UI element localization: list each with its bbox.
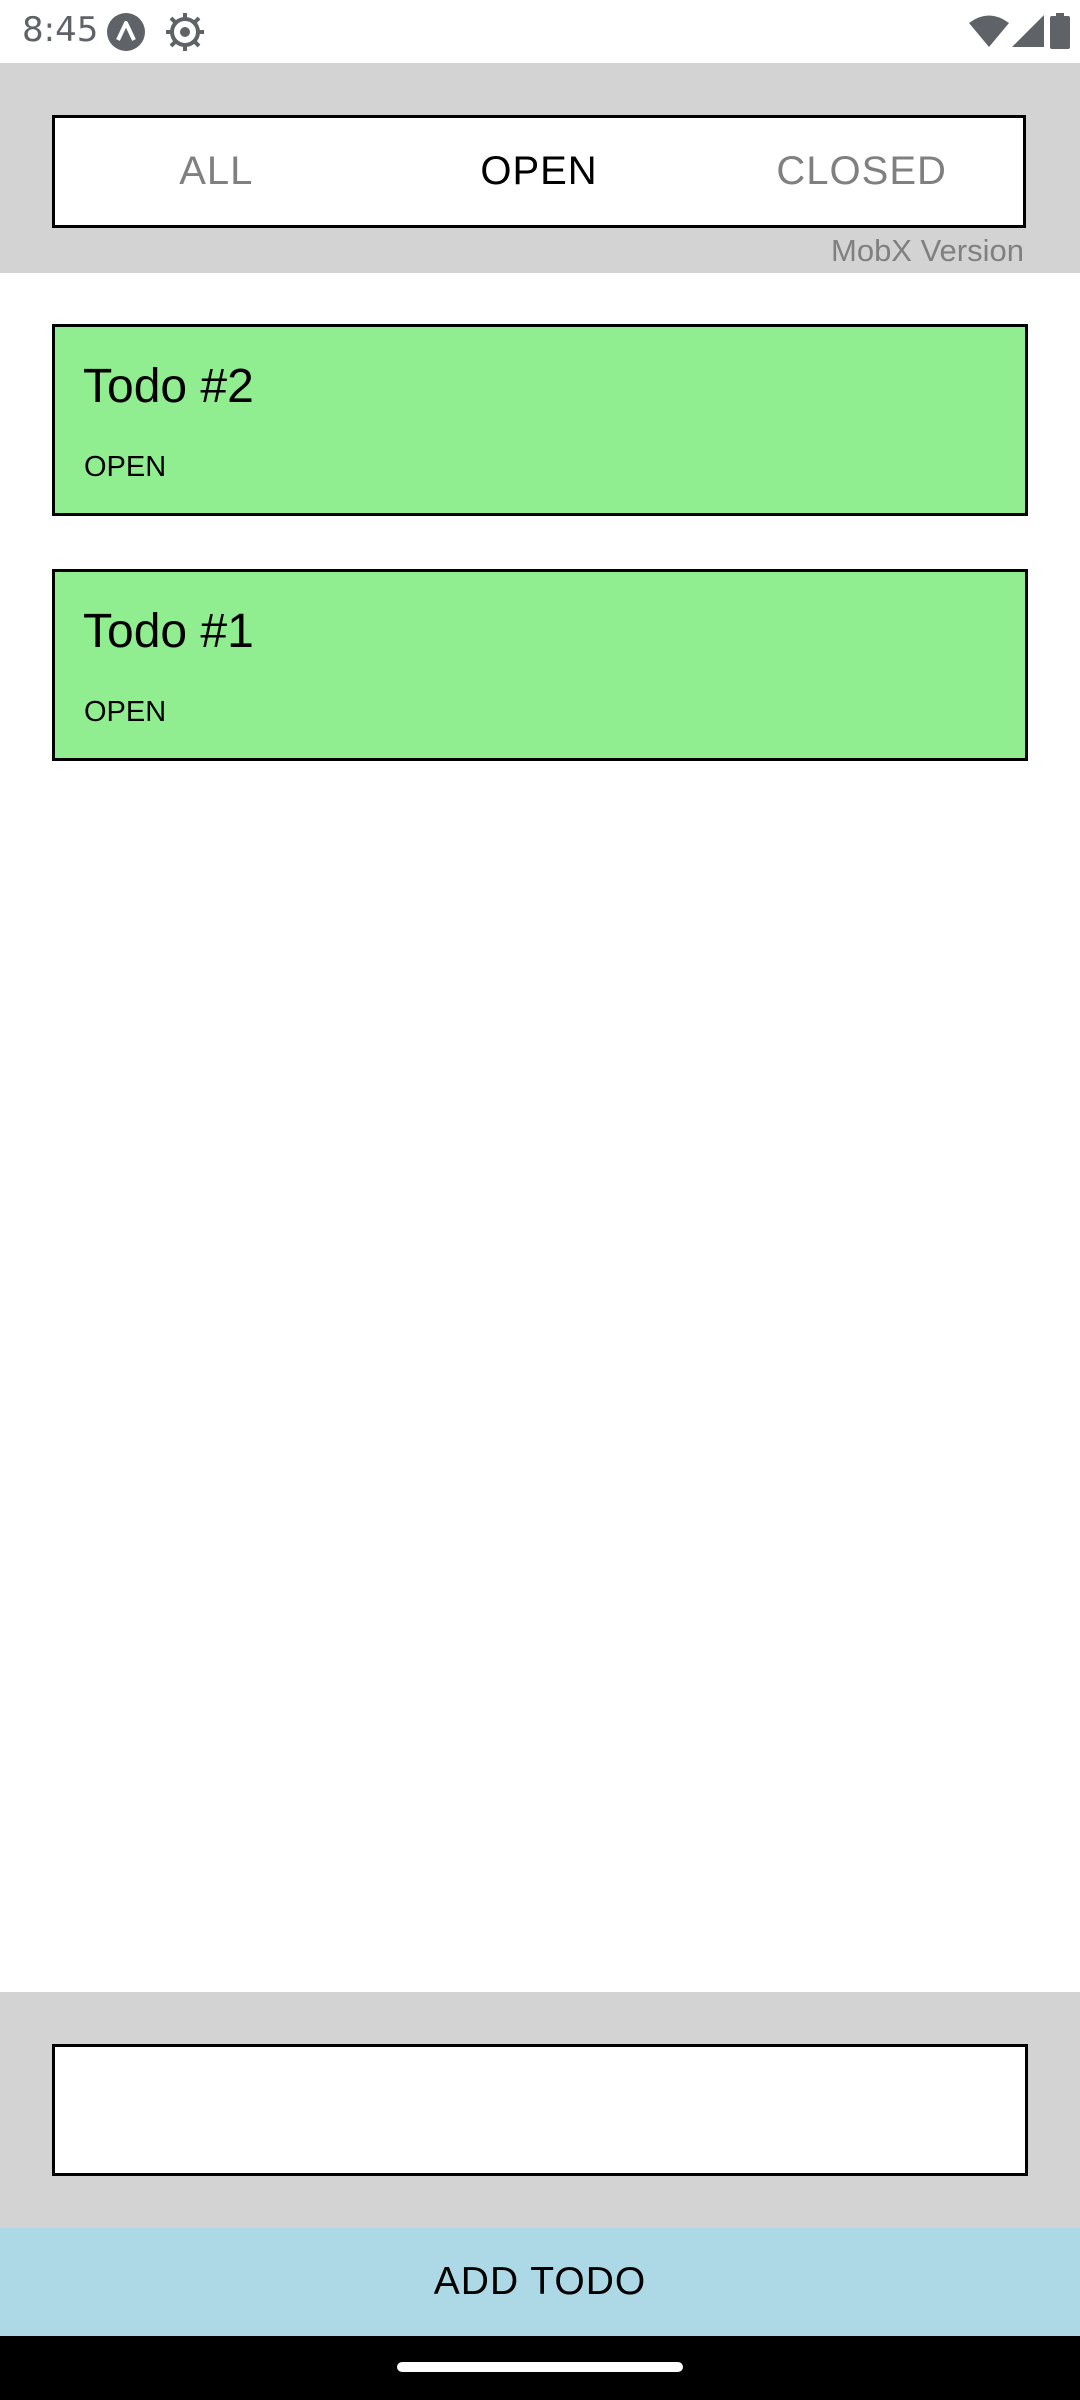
status-icons xyxy=(880,0,1080,63)
todo-status: OPEN xyxy=(84,451,167,483)
version-label: MobX Version xyxy=(831,233,1024,268)
todo-item[interactable]: Todo #1 OPEN xyxy=(52,569,1028,761)
input-footer xyxy=(0,1992,1080,2228)
battery-icon xyxy=(1050,13,1070,49)
tab-open[interactable]: OPEN xyxy=(378,118,701,225)
gear-icon xyxy=(165,12,205,52)
status-time: 8:45 xyxy=(22,10,99,50)
navigation-bar xyxy=(0,2336,1080,2400)
todo-input[interactable] xyxy=(52,2044,1028,2176)
tab-closed[interactable]: CLOSED xyxy=(700,118,1023,225)
todo-item[interactable]: Todo #2 OPEN xyxy=(52,324,1028,516)
todo-list: Todo #2 OPEN Todo #1 OPEN xyxy=(52,324,1028,814)
add-todo-button[interactable]: ADD TODO xyxy=(0,2228,1080,2336)
filter-tabs: ALL OPEN CLOSED xyxy=(52,115,1026,228)
app-icon xyxy=(106,12,146,52)
status-bar: 8:45 xyxy=(0,0,1080,63)
filter-header: ALL OPEN CLOSED MobX Version xyxy=(0,63,1080,273)
todo-status: OPEN xyxy=(84,696,167,728)
home-handle[interactable] xyxy=(397,2362,683,2372)
tab-all[interactable]: ALL xyxy=(55,118,378,225)
todo-title: Todo #1 xyxy=(83,605,254,658)
wifi-icon xyxy=(968,14,1010,48)
signal-icon xyxy=(1011,14,1045,48)
todo-title: Todo #2 xyxy=(83,360,254,413)
